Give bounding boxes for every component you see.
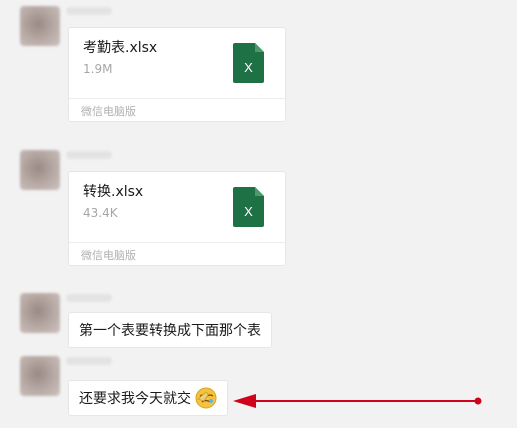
- sender-name-blurred: [66, 151, 112, 159]
- facepalm-emoji-icon: [195, 387, 217, 409]
- message-text: 第一个表要转换成下面那个表: [79, 323, 261, 339]
- sender-name-blurred: [66, 7, 112, 15]
- file-size: 43.4K: [83, 206, 118, 220]
- avatar[interactable]: [20, 293, 60, 333]
- file-card-divider: [69, 98, 285, 99]
- file-card-divider: [69, 242, 285, 243]
- file-source-label: 微信电脑版: [81, 105, 136, 118]
- excel-icon-letter: X: [244, 204, 253, 219]
- file-size: 1.9M: [83, 62, 113, 76]
- file-name: 转换.xlsx: [83, 184, 144, 200]
- file-message-card[interactable]: 转换.xlsx 43.4K X 微信电脑版: [68, 171, 286, 266]
- message-text: 还要求我今天就交: [79, 391, 191, 407]
- sender-name-blurred: [66, 357, 112, 365]
- excel-icon-letter: X: [244, 60, 253, 75]
- file-source-label: 微信电脑版: [81, 249, 136, 262]
- text-message-bubble[interactable]: 第一个表要转换成下面那个表: [68, 312, 272, 348]
- excel-file-icon: X: [233, 187, 264, 227]
- sender-name-blurred: [66, 294, 112, 302]
- excel-file-icon: X: [233, 43, 264, 83]
- avatar[interactable]: [20, 356, 60, 396]
- avatar[interactable]: [20, 6, 60, 46]
- text-message-bubble[interactable]: 还要求我今天就交: [68, 380, 228, 416]
- avatar[interactable]: [20, 150, 60, 190]
- file-message-card[interactable]: 考勤表.xlsx 1.9M X 微信电脑版: [68, 27, 286, 122]
- file-name: 考勤表.xlsx: [83, 40, 158, 56]
